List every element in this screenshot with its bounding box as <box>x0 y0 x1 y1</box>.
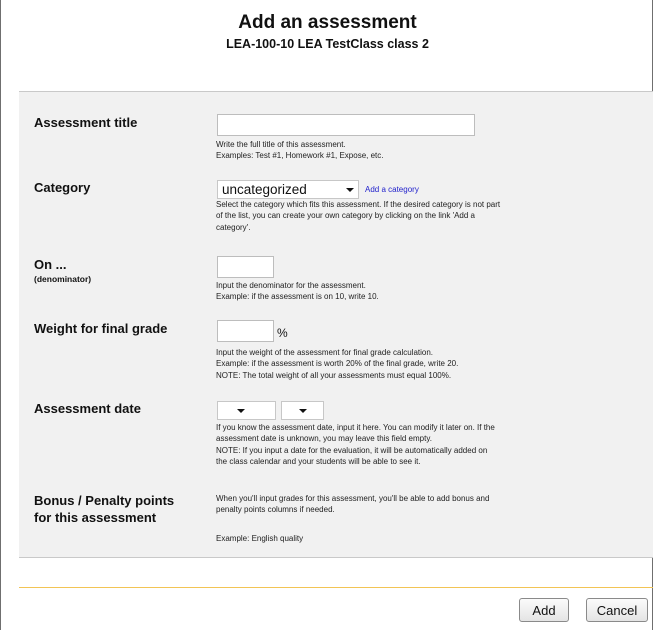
weight-label: Weight for final grade <box>34 321 168 336</box>
dialog-frame: Add an assessment LEA-100-10 LEA TestCla… <box>0 0 653 630</box>
category-select[interactable]: uncategorized <box>217 180 359 199</box>
chevron-down-icon <box>237 409 245 413</box>
denominator-help: Input the denominator for the assessment… <box>216 280 626 303</box>
category-help: Select the category which fits this asse… <box>216 199 626 233</box>
help-line: Select the category which fits this asse… <box>216 200 501 209</box>
category-selected-value: uncategorized <box>222 182 307 197</box>
help-line: Write the full title of this assessment. <box>216 140 346 149</box>
assessment-title-help: Write the full title of this assessment.… <box>216 139 626 162</box>
help-line: assessment date is unknown, you may leav… <box>216 434 432 444</box>
category-label: Category <box>34 180 91 195</box>
help-line: If you know the assessment date, input i… <box>216 423 495 432</box>
denominator-label: On ... <box>34 257 67 272</box>
bonus-label-line: for this assessment <box>34 510 157 525</box>
class-subtitle: LEA-100-10 LEA TestClass class 2 <box>226 37 429 51</box>
help-line: NOTE: The total weight of all your asses… <box>216 370 452 380</box>
help-line: Example: if the assessment is on 10, wri… <box>216 292 379 302</box>
assessment-title-input[interactable] <box>217 114 475 136</box>
weight-input[interactable] <box>217 320 274 342</box>
denominator-sublabel: (denominator) <box>34 274 92 284</box>
add-button[interactable]: Add <box>519 598 569 622</box>
assessment-date-help: If you know the assessment date, input i… <box>216 422 626 467</box>
help-line: category'. <box>216 222 251 232</box>
cancel-button[interactable]: Cancel <box>586 598 648 622</box>
chevron-down-icon <box>346 188 354 192</box>
bonus-label-line: Bonus / Penalty points <box>34 493 175 508</box>
help-line: When you'll input grades for this assess… <box>216 494 490 503</box>
assessment-date-label: Assessment date <box>34 401 141 416</box>
chevron-down-icon <box>299 409 307 413</box>
bonus-penalty-help: When you'll input grades for this assess… <box>216 493 626 516</box>
help-line: Input the weight of the assessment for f… <box>216 348 434 357</box>
date-second-select[interactable] <box>281 401 324 420</box>
help-line: Examples: Test #1, Homework #1, Expose, … <box>216 151 384 161</box>
help-line: penalty points columns if needed. <box>216 505 335 515</box>
bonus-example: Example: English quality <box>216 534 304 543</box>
bonus-penalty-label: Bonus / Penalty points for this assessme… <box>34 492 174 526</box>
help-line: Example: if the assessment is worth 20% … <box>216 359 459 369</box>
assessment-title-label: Assessment title <box>34 115 138 130</box>
add-category-link[interactable]: Add a category <box>365 185 419 194</box>
date-first-select[interactable] <box>217 401 276 420</box>
percent-unit: % <box>277 326 288 340</box>
help-line: of the list, you can create your own cat… <box>216 211 475 221</box>
help-line: the class calendar and your students wil… <box>216 456 421 466</box>
page-title: Add an assessment <box>238 12 417 33</box>
footer-divider <box>19 587 653 588</box>
help-line: NOTE: If you input a date for the evalua… <box>216 445 488 455</box>
weight-help: Input the weight of the assessment for f… <box>216 347 626 381</box>
denominator-input[interactable] <box>217 256 274 278</box>
help-line: Input the denominator for the assessment… <box>216 281 366 290</box>
